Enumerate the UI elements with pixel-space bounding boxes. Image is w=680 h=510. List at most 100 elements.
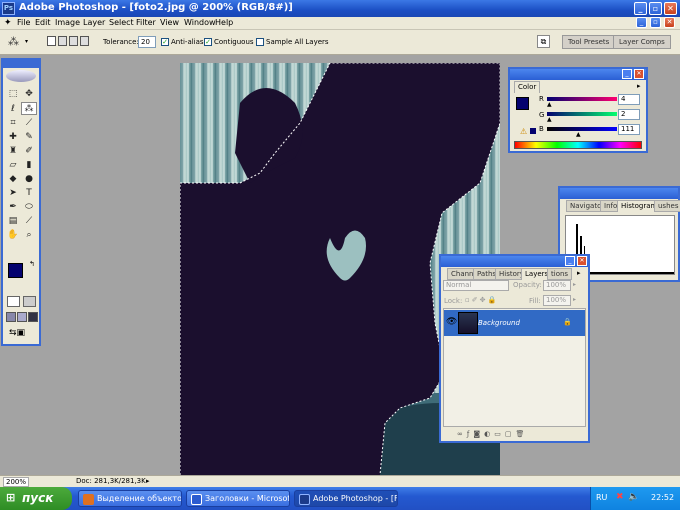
gamut-warning-icon[interactable]: ⚠ [520, 127, 527, 136]
hand-tool-icon[interactable]: ✋ [5, 229, 21, 242]
volume-icon[interactable]: 🔈 [628, 492, 639, 502]
channel-r-handle-icon[interactable]: ▲ [547, 101, 552, 108]
menu-file[interactable]: File [17, 18, 30, 27]
new-group-icon[interactable]: ▭ [494, 430, 505, 438]
menu-filter[interactable]: Filter [136, 18, 156, 27]
eyedropper-icon[interactable]: ⟋ [21, 215, 37, 228]
eye-visibility-icon[interactable]: 👁 [446, 317, 457, 327]
channel-b-handle-icon[interactable]: ▲ [576, 131, 581, 138]
standard-mode-icon[interactable] [7, 296, 20, 307]
add-selection-icon[interactable] [58, 36, 67, 46]
tab-actions[interactable]: tions [547, 268, 573, 280]
color-ramp[interactable] [514, 141, 642, 149]
doc-close-button[interactable]: ✕ [664, 17, 675, 28]
channel-b-input[interactable]: 111 [618, 124, 640, 135]
tolerance-input[interactable]: 20 [138, 36, 156, 48]
shape-tool-icon[interactable]: ⬭ [21, 201, 37, 214]
layer-comps-well[interactable]: Layer Comps [613, 35, 671, 49]
magic-wand-tool-icon[interactable]: ⁂ [8, 35, 19, 48]
channel-g-handle-icon[interactable]: ▲ [547, 116, 552, 123]
menu-layer[interactable]: Layer [83, 18, 105, 27]
tab-color[interactable]: Color [514, 81, 541, 93]
layers-panel-close-button[interactable]: ✕ [577, 256, 587, 266]
color-panel-close-button[interactable]: ✕ [634, 69, 644, 79]
move-tool-icon[interactable]: ✥ [21, 88, 37, 101]
channel-b-slider[interactable] [547, 127, 617, 131]
doc-restore-button[interactable]: ▫ [650, 17, 661, 28]
layers-panel-menu-icon[interactable]: ▸ [577, 269, 581, 277]
menu-help[interactable]: Help [215, 18, 233, 27]
gamut-color-swatch[interactable] [530, 128, 536, 134]
navigator-panel-header[interactable] [560, 188, 678, 199]
lasso-tool-icon[interactable]: ℓ [5, 103, 21, 116]
color-panel-minimize-button[interactable]: _ [622, 69, 632, 79]
sample-all-checkbox[interactable] [256, 38, 264, 46]
adobe-feather-icon[interactable] [6, 70, 36, 82]
antialias-checkbox[interactable]: ✓ [161, 38, 169, 46]
crop-tool-icon[interactable]: ⌗ [5, 117, 21, 130]
intersect-selection-icon[interactable] [80, 36, 89, 46]
color-panel-menu-icon[interactable]: ▸ [637, 82, 641, 90]
tool-presets-well[interactable]: Tool Presets [562, 35, 616, 49]
fill-input[interactable]: 100% [543, 295, 571, 306]
channel-r-slider[interactable] [547, 97, 617, 101]
pen-tool-icon[interactable]: ✒ [5, 201, 21, 214]
menu-select[interactable]: Select [109, 18, 134, 27]
gradient-tool-icon[interactable]: ▮ [21, 159, 37, 172]
minimize-button[interactable]: _ [634, 2, 647, 15]
zoom-level-input[interactable]: 200% [3, 477, 30, 487]
layer-name[interactable]: Background [478, 319, 520, 327]
screen-mode-full-icon[interactable] [28, 312, 38, 322]
tray-app-icon[interactable]: ✖ [616, 492, 624, 502]
toolbox-header[interactable] [3, 60, 39, 68]
type-tool-icon[interactable]: T [21, 187, 37, 200]
blend-mode-select[interactable]: Normal [443, 280, 509, 291]
screen-mode-full-menu-icon[interactable] [17, 312, 27, 322]
delete-layer-icon[interactable]: 🗑 [515, 430, 528, 438]
file-browser-icon[interactable]: ⧉ [537, 35, 550, 48]
taskbar-button-word[interactable]: Заголовки - Microsof... [186, 490, 290, 507]
taskbar-button-firefox[interactable]: Выделение объекто... [78, 490, 182, 507]
swap-colors-icon[interactable]: ↰ [29, 260, 35, 268]
tool-preset-dropdown-icon[interactable]: ▾ [25, 38, 28, 45]
restore-button[interactable]: ▫ [649, 2, 662, 15]
link-layers-icon[interactable]: ∞ [457, 430, 467, 438]
menu-view[interactable]: View [160, 18, 179, 27]
layers-panel-minimize-button[interactable]: _ [565, 256, 575, 266]
notes-tool-icon[interactable]: ▤ [5, 215, 21, 228]
zoom-tool-icon[interactable]: ⌕ [21, 229, 37, 242]
subtract-selection-icon[interactable] [69, 36, 78, 46]
magic-wand-icon[interactable]: ⁂ [21, 102, 37, 115]
menu-window[interactable]: Window [184, 18, 216, 27]
start-button[interactable]: ⊞ пуск [0, 487, 72, 510]
lock-icons[interactable]: ▫✐✥🔒 [465, 296, 498, 304]
foreground-color-swatch[interactable] [8, 263, 23, 278]
clone-stamp-icon[interactable]: ♜ [5, 145, 21, 158]
eraser-tool-icon[interactable]: ▱ [5, 159, 21, 172]
opacity-dropdown-icon[interactable]: ▸ [573, 281, 576, 288]
blur-tool-icon[interactable]: ◆ [5, 173, 21, 186]
language-indicator[interactable]: RU [596, 493, 607, 502]
adjustment-layer-icon[interactable]: ◐ [484, 430, 494, 438]
history-brush-icon[interactable]: ✐ [21, 145, 37, 158]
channel-g-input[interactable]: 2 [618, 109, 640, 120]
healing-brush-icon[interactable]: ✚ [5, 131, 21, 144]
opacity-input[interactable]: 100% [543, 280, 571, 291]
dodge-tool-icon[interactable]: ● [21, 173, 37, 186]
fill-dropdown-icon[interactable]: ▸ [573, 296, 576, 303]
path-select-icon[interactable]: ➤ [5, 187, 21, 200]
doc-minimize-button[interactable]: _ [636, 17, 647, 28]
status-menu-icon[interactable]: ▸ [146, 477, 150, 485]
layer-row-background[interactable]: 👁 Background 🔒 [444, 310, 585, 336]
layer-mask-icon[interactable]: ◙ [473, 430, 484, 438]
close-button[interactable]: ✕ [664, 2, 677, 15]
ps-menu-icon[interactable]: ✦ [4, 18, 12, 28]
quick-mask-icon[interactable] [23, 296, 36, 307]
screen-mode-standard-icon[interactable] [6, 312, 16, 322]
imageready-jump-icon[interactable]: ⇆▣ [9, 328, 33, 340]
slice-tool-icon[interactable]: ⟋ [21, 117, 37, 130]
marquee-tool-icon[interactable]: ⬚ [5, 88, 21, 101]
menu-edit[interactable]: Edit [35, 18, 51, 27]
menu-image[interactable]: Image [55, 18, 80, 27]
taskbar-button-photoshop[interactable]: Adobe Photoshop - [F... [294, 490, 398, 507]
